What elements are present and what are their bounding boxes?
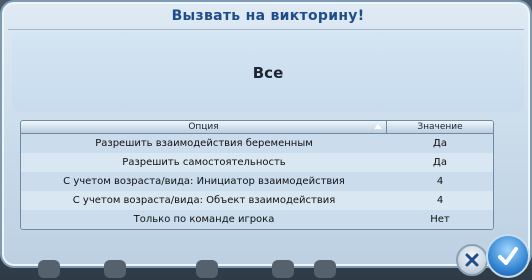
checkmark-icon — [498, 247, 518, 265]
table-row[interactable]: Разрешить самостоятельность Да — [21, 153, 493, 172]
column-header-option[interactable]: Опция — [21, 121, 387, 133]
game-screen: Вызвать на викторину! Все Опция Значение… — [0, 0, 532, 280]
row-option: С учетом возраста/вида: Инициатор взаимо… — [63, 176, 345, 187]
column-header-option-label: Опция — [188, 122, 219, 132]
dialog-window: Вызвать на викторину! Все Опция Значение… — [0, 0, 532, 268]
row-option: Разрешить взаимодействия беременным — [95, 138, 313, 149]
table-row[interactable]: С учетом возраста/вида: Объект взаимодей… — [21, 191, 493, 210]
row-value[interactable]: Да — [387, 134, 493, 153]
cancel-button[interactable] — [456, 244, 488, 276]
row-value[interactable]: 4 — [387, 191, 493, 210]
hud-item — [38, 260, 60, 278]
row-value[interactable]: Да — [387, 153, 493, 172]
title-divider — [8, 29, 524, 30]
hud-item — [104, 260, 126, 278]
row-value[interactable]: Нет — [387, 210, 493, 229]
dialog-heading: Все — [252, 64, 284, 82]
hud-item — [314, 260, 336, 278]
table-header: Опция Значение — [21, 121, 493, 134]
dialog-title: Вызвать на викторину! — [171, 8, 365, 24]
table-row[interactable]: Только по команде игрока Нет — [21, 210, 493, 229]
column-header-value[interactable]: Значение — [387, 121, 493, 133]
ok-button[interactable] — [486, 234, 530, 278]
row-option: С учетом возраста/вида: Объект взаимодей… — [72, 195, 336, 206]
options-table: Опция Значение Разрешить взаимодействия … — [20, 120, 494, 230]
row-option: Разрешить самостоятельность — [122, 157, 286, 168]
hud-item — [196, 260, 218, 278]
close-icon — [465, 253, 479, 267]
sort-ascending-icon[interactable] — [374, 124, 382, 129]
row-option: Только по команде игрока — [133, 214, 275, 225]
table-row[interactable]: Разрешить взаимодействия беременным Да — [21, 134, 493, 153]
game-hud-strip — [0, 256, 460, 280]
hud-item — [272, 260, 294, 278]
table-row[interactable]: С учетом возраста/вида: Инициатор взаимо… — [21, 172, 493, 191]
row-value[interactable]: 4 — [387, 172, 493, 191]
